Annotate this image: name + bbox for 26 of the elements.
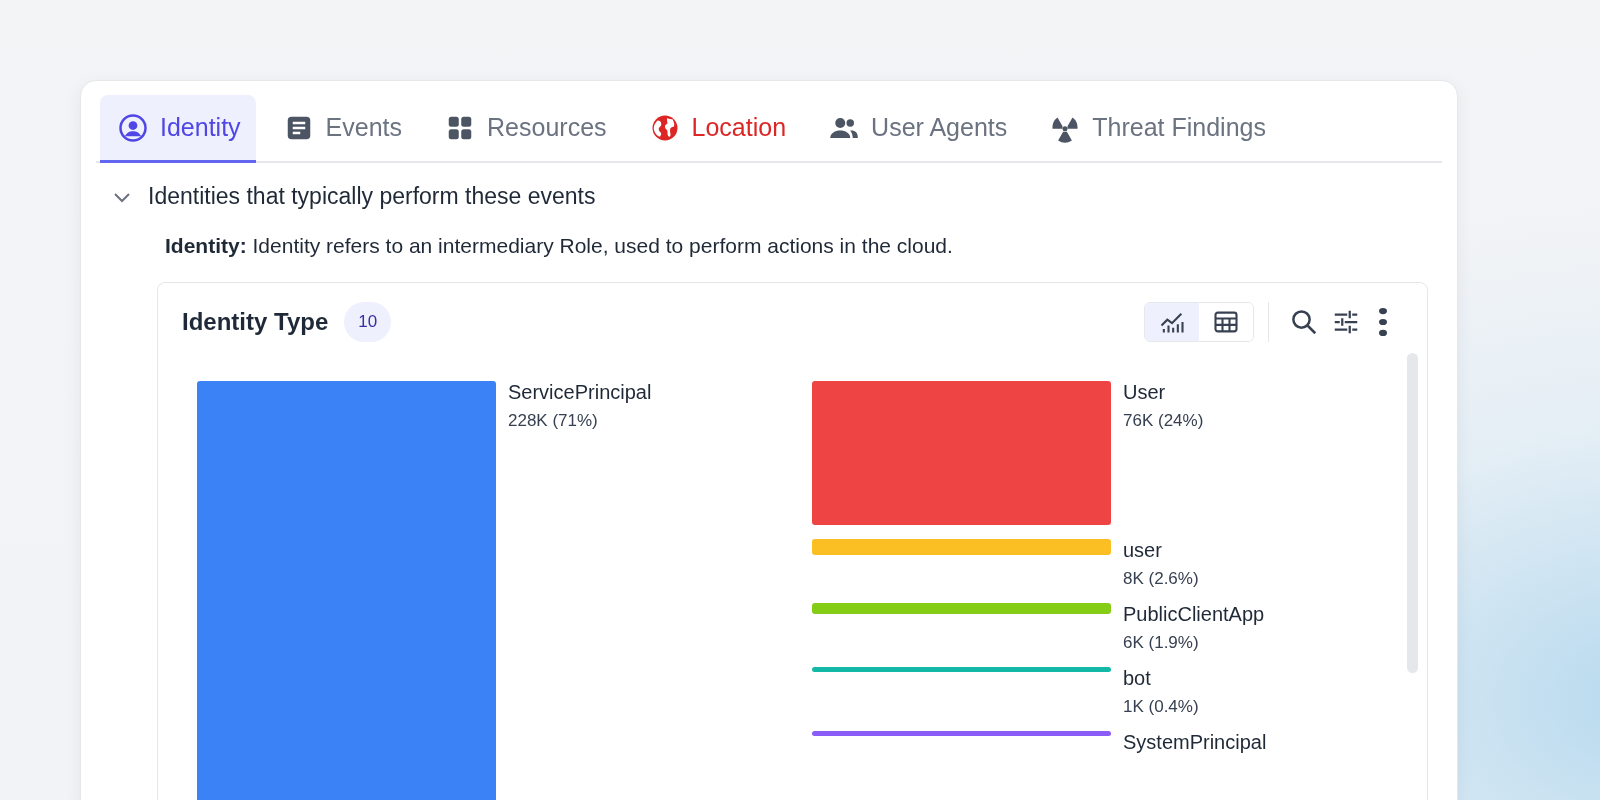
user-circle-icon <box>118 112 148 143</box>
tab[interactable]: Threat Findings <box>1032 95 1281 163</box>
bar-label: SystemPrincipal <box>1123 731 1267 754</box>
bar-label: ServicePrincipal <box>508 381 652 404</box>
bar-label: user <box>1123 539 1163 562</box>
search-icon <box>1289 307 1319 337</box>
tab[interactable]: Identity <box>100 95 256 163</box>
description-text: Identity: Identity refers to an intermediary Role, used to perform actions in the cloud. <box>165 234 954 258</box>
bar-label: User <box>1123 381 1167 404</box>
bar-label: bot <box>1123 667 1152 690</box>
bar-value: 76K (24%) <box>1123 411 1204 431</box>
bar-value: 8K (2.6%) <box>1123 569 1199 589</box>
more-icon <box>1379 308 1387 336</box>
tab[interactable]: Events <box>265 95 418 163</box>
tab[interactable]: Location <box>631 95 802 163</box>
tab[interactable]: User Agents <box>811 95 1023 163</box>
tab[interactable]: Resources <box>427 95 622 163</box>
section-title: Identities that typically perform these events <box>148 183 596 210</box>
count-badge: 10 <box>344 302 392 342</box>
bar-value: 228K (71%) <box>508 411 599 431</box>
bar-label: PublicClientApp <box>1123 603 1265 626</box>
scrollbar[interactable] <box>1407 353 1418 673</box>
bar-value: 6K (1.9%) <box>1123 633 1200 653</box>
bar-value: 1K (0.4%) <box>1123 697 1199 717</box>
chart-view-button[interactable] <box>1145 303 1199 341</box>
card-title: Identity Type <box>182 308 329 336</box>
